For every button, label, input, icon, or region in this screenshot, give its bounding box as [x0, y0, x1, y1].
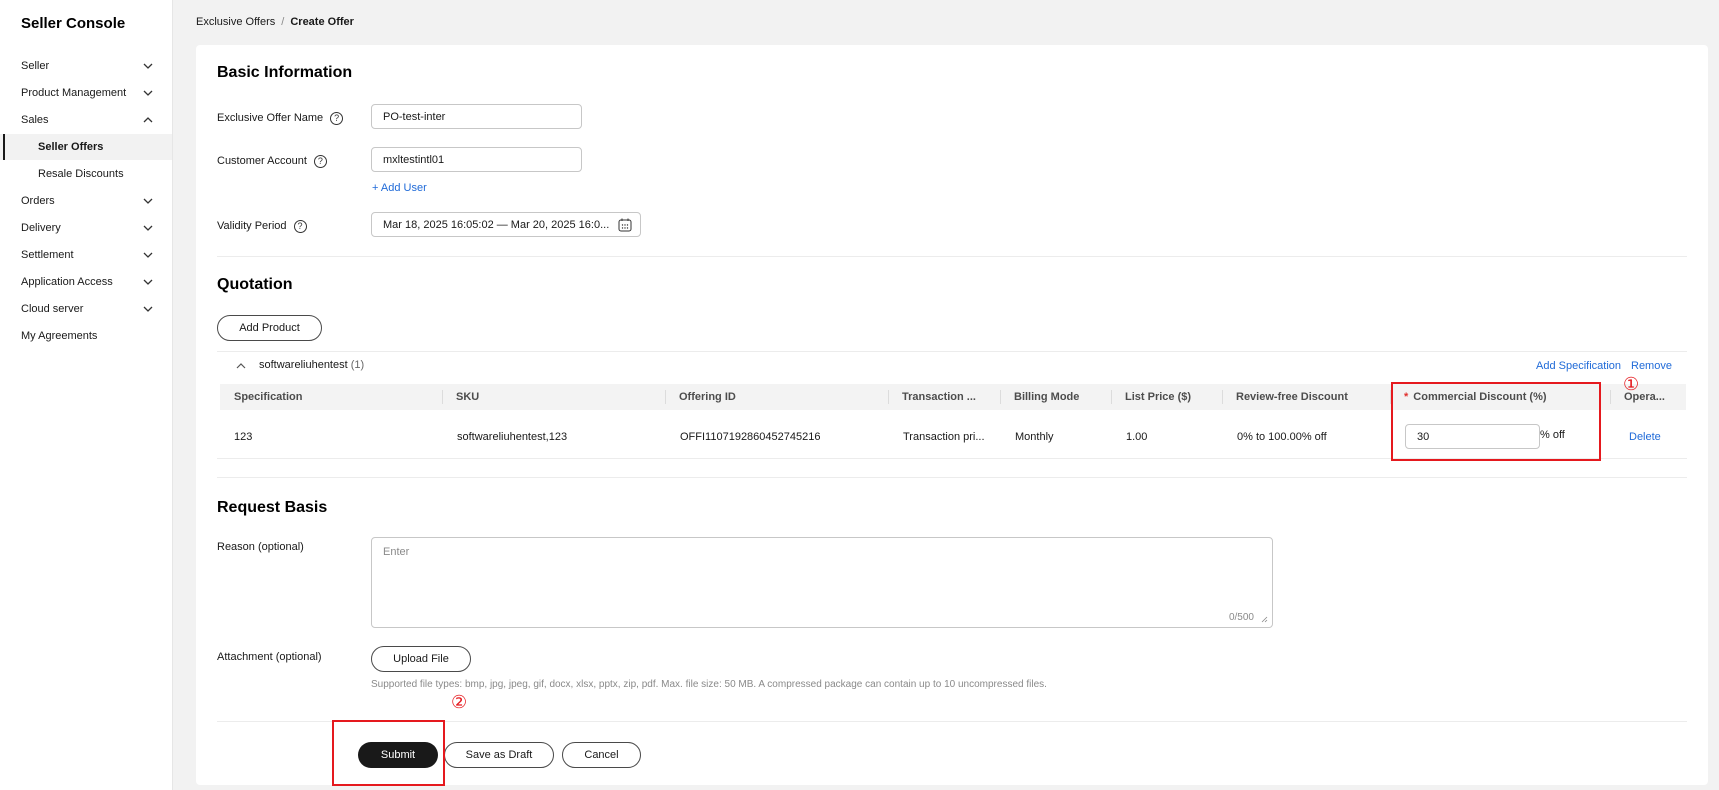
chevron-up-icon — [143, 117, 153, 123]
validity-period-picker[interactable]: Mar 18, 2025 16:05:02 — Mar 20, 2025 16:… — [371, 212, 641, 237]
sidebar-item-seller[interactable]: Seller — [0, 53, 172, 79]
breadcrumb-parent[interactable]: Exclusive Offers — [196, 16, 275, 28]
annotation-marker-one: ① — [1623, 374, 1640, 395]
divider — [217, 351, 1687, 352]
chevron-down-icon — [143, 63, 153, 69]
product-group-header: softwareliuhentest (1) — [259, 359, 364, 371]
cell-sku: softwareliuhentest,123 — [457, 431, 568, 443]
chevron-down-icon — [143, 90, 153, 96]
help-icon[interactable]: ? — [293, 219, 307, 233]
sidebar-item-seller-offers[interactable]: Seller Offers — [0, 134, 172, 160]
annotation-box-submit — [332, 720, 445, 786]
cell-transaction: Transaction pri... — [903, 431, 985, 443]
resize-grip-icon[interactable] — [1261, 616, 1268, 623]
attachment-label: Attachment (optional) — [217, 651, 322, 663]
cell-offering-id: OFFI1107192860452745216 — [680, 431, 821, 443]
reason-label: Reason (optional) — [217, 541, 304, 553]
sidebar-item-settlement[interactable]: Settlement — [0, 242, 172, 268]
annotation-marker-two: ② — [451, 692, 468, 713]
breadcrumb: Exclusive Offers / Create Offer — [196, 16, 354, 28]
reason-textarea[interactable]: Enter 0/500 — [371, 537, 1273, 628]
sidebar-item-label: Application Access — [21, 276, 113, 288]
save-as-draft-button[interactable]: Save as Draft — [444, 742, 554, 768]
add-specification-link[interactable]: Add Specification — [1536, 360, 1621, 372]
calendar-icon[interactable] — [618, 218, 632, 232]
column-header-offering-id: Offering ID — [679, 391, 736, 403]
app-title: Seller Console — [21, 15, 126, 32]
sidebar-item-label: Seller — [21, 60, 50, 72]
chevron-down-icon — [143, 279, 153, 285]
breadcrumb-current: Create Offer — [290, 16, 354, 28]
reason-placeholder: Enter — [383, 546, 410, 558]
add-user-link[interactable]: + Add User — [372, 182, 427, 194]
sidebar-item-label: My Agreements — [21, 330, 98, 342]
product-group-count: (1) — [350, 359, 365, 371]
request-basis-title: Request Basis — [217, 499, 328, 516]
column-header-operation: Opera... — [1624, 391, 1665, 403]
cell-list-price: 1.00 — [1126, 431, 1148, 443]
add-product-button[interactable]: Add Product — [217, 315, 322, 341]
delete-link[interactable]: Delete — [1629, 424, 1661, 450]
cell-specification: 123 — [234, 431, 253, 443]
upload-file-button[interactable]: Upload File — [371, 646, 471, 672]
cell-review-free-discount: 0% to 100.00% off — [1237, 431, 1327, 443]
sidebar-item-label: Delivery — [21, 222, 61, 234]
sidebar-item-resale-discounts[interactable]: Resale Discounts — [0, 161, 172, 187]
sidebar-item-label: Product Management — [21, 87, 127, 99]
column-header-billing-mode: Billing Mode — [1014, 391, 1080, 403]
basic-info-title: Basic Information — [217, 64, 353, 81]
chevron-down-icon — [143, 225, 153, 231]
sidebar-item-label: Orders — [21, 195, 55, 207]
divider — [217, 256, 1687, 257]
quotation-title: Quotation — [217, 276, 293, 293]
remove-link[interactable]: Remove — [1631, 360, 1672, 372]
annotation-box-commercial-discount — [1391, 382, 1601, 461]
chevron-up-icon[interactable] — [236, 361, 246, 371]
sidebar-item-application-access[interactable]: Application Access — [0, 269, 172, 295]
sidebar-item-cloud-server[interactable]: Cloud server — [0, 296, 172, 322]
sidebar: Seller Console Seller Product Management S… — [0, 0, 173, 790]
customer-account-input[interactable]: mxltestintl01 — [371, 147, 582, 172]
sidebar-item-sales[interactable]: Sales — [0, 107, 172, 133]
help-icon[interactable]: ? — [313, 154, 327, 168]
sidebar-item-label: Sales — [21, 114, 49, 126]
column-header-transaction: Transaction ... — [902, 391, 976, 403]
product-group-name: softwareliuhentest — [259, 359, 348, 371]
sidebar-item-label: Cloud server — [21, 303, 84, 315]
sidebar-item-label: Settlement — [21, 249, 74, 261]
upload-hint: Supported file types: bmp, jpg, jpeg, gi… — [371, 679, 1047, 690]
sidebar-item-delivery[interactable]: Delivery — [0, 215, 172, 241]
help-icon[interactable]: ? — [330, 111, 344, 125]
validity-period-label: Validity Period ? — [217, 218, 307, 234]
column-header-specification: Specification — [234, 391, 303, 403]
sidebar-item-product-management[interactable]: Product Management — [0, 80, 172, 106]
reason-char-count: 0/500 — [1228, 612, 1254, 623]
sidebar-item-label: Resale Discounts — [38, 168, 124, 180]
sidebar-item-my-agreements[interactable]: My Agreements — [0, 323, 172, 349]
cancel-button[interactable]: Cancel — [562, 742, 641, 768]
chevron-down-icon — [143, 306, 153, 312]
column-header-list-price: List Price ($) — [1125, 391, 1192, 403]
column-header-sku: SKU — [456, 391, 480, 403]
sidebar-item-orders[interactable]: Orders — [0, 188, 172, 214]
offer-name-input[interactable]: PO-test-inter — [371, 104, 582, 129]
validity-period-value: Mar 18, 2025 16:05:02 — Mar 20, 2025 16:… — [383, 218, 610, 231]
customer-account-label: Customer Account ? — [217, 153, 327, 169]
breadcrumb-separator: / — [281, 16, 285, 28]
divider — [217, 477, 1687, 478]
chevron-down-icon — [143, 252, 153, 258]
cell-billing-mode: Monthly — [1015, 431, 1054, 443]
column-header-review-free-discount: Review-free Discount — [1236, 391, 1348, 403]
offer-name-label: Exclusive Offer Name ? — [217, 110, 344, 126]
sidebar-item-label: Seller Offers — [38, 141, 104, 153]
chevron-down-icon — [143, 198, 153, 204]
